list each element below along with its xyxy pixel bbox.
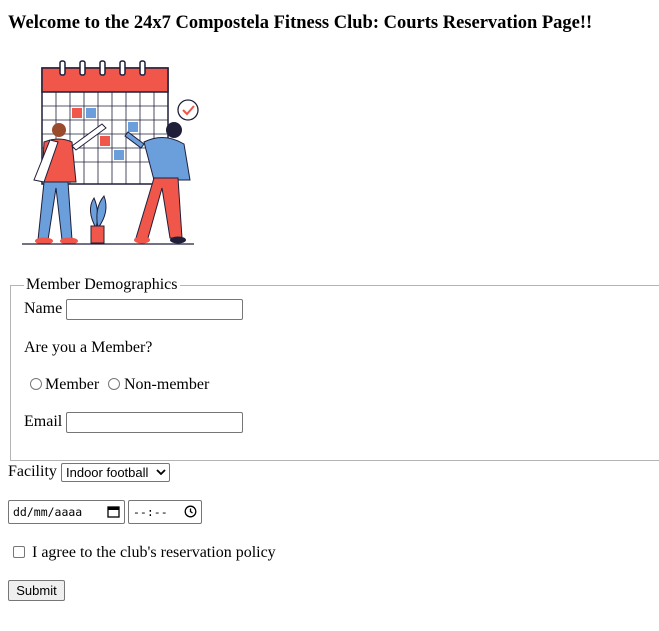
policy-checkbox[interactable] bbox=[13, 546, 25, 558]
member-radio[interactable] bbox=[30, 378, 42, 390]
page-title: Welcome to the 24x7 Compostela Fitness C… bbox=[8, 13, 593, 33]
chevron-down-icon bbox=[156, 469, 166, 476]
email-input[interactable] bbox=[66, 412, 243, 433]
time-placeholder: --:-- bbox=[133, 505, 168, 519]
clock-icon[interactable] bbox=[184, 505, 197, 518]
nonmember-radio[interactable] bbox=[108, 378, 120, 390]
nonmember-option-label: Non-member bbox=[124, 376, 210, 393]
facility-label: Facility bbox=[8, 463, 57, 480]
member-question: Are you a Member? bbox=[24, 339, 153, 356]
calendar-people-illustration bbox=[14, 60, 204, 248]
policy-label: I agree to the club's reservation policy bbox=[32, 544, 276, 561]
date-placeholder: dd/mm/aaaa bbox=[13, 505, 83, 519]
date-input[interactable]: dd/mm/aaaa bbox=[8, 500, 125, 524]
calendar-icon[interactable] bbox=[107, 505, 120, 518]
time-input[interactable]: --:-- bbox=[128, 500, 202, 524]
email-label: Email bbox=[24, 413, 63, 430]
name-input[interactable] bbox=[66, 299, 243, 320]
member-option-label: Member bbox=[45, 376, 100, 393]
submit-button[interactable]: Submit bbox=[8, 580, 65, 601]
facility-selected-value: Indoor football bbox=[66, 465, 149, 480]
name-label: Name bbox=[24, 300, 63, 317]
facility-select[interactable]: Indoor football bbox=[61, 463, 170, 482]
fieldset-legend: Member Demographics bbox=[26, 276, 178, 293]
